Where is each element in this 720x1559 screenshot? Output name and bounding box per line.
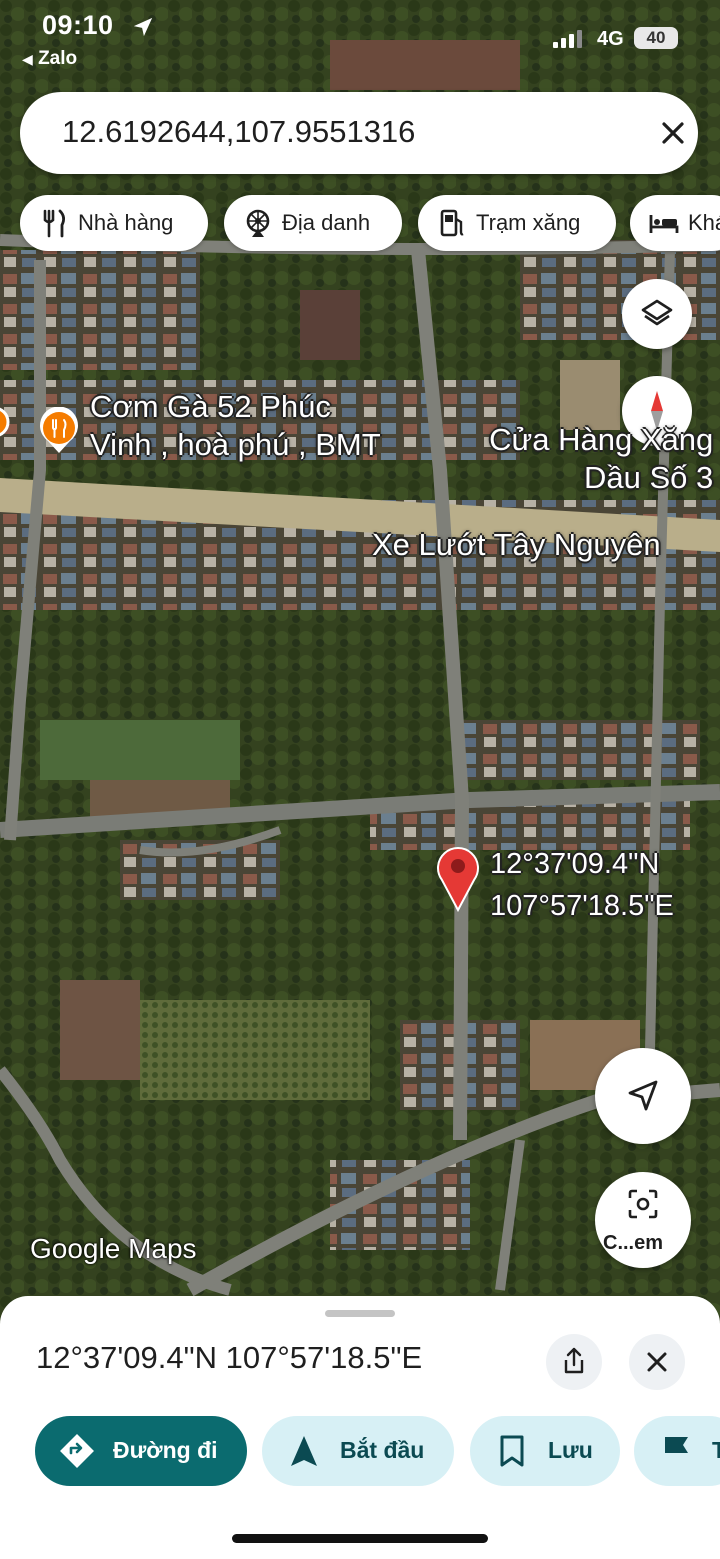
pin-lng: 107°57'18.5"E — [490, 890, 674, 922]
pin-coordinates-label: 12°37'09.4"N 107°57'18.5"E — [490, 843, 674, 927]
pin-lat: 12°37'09.4"N — [490, 848, 660, 880]
restaurant-pin-icon — [40, 406, 78, 453]
poi-label-cua-hang[interactable]: Cửa Hàng Xăng Dầu Số 3 — [476, 421, 713, 497]
directions-label: Đường đi — [113, 1437, 218, 1463]
my-location-button[interactable] — [595, 1048, 691, 1144]
home-indicator[interactable] — [232, 1534, 488, 1543]
network-type: 4G — [597, 28, 624, 50]
poi-label-xe-luot[interactable]: Xe Lướt Tây Nguyên — [372, 526, 661, 564]
cellular-signal-icon — [553, 30, 582, 48]
close-icon — [647, 1352, 667, 1372]
bookmark-icon — [500, 1435, 524, 1467]
poi-line: Cửa Hàng Xăng — [489, 422, 714, 457]
layers-button[interactable] — [622, 279, 692, 349]
save-button[interactable]: Lưu — [470, 1416, 620, 1486]
flag-icon — [665, 1437, 688, 1466]
sheet-drag-handle[interactable] — [325, 1310, 395, 1317]
battery-indicator: 40 — [634, 27, 678, 49]
start-label: Bắt đầu — [340, 1437, 425, 1463]
poi-line: Vinh , hoà phú , BMT — [90, 427, 381, 462]
directions-icon — [60, 1434, 94, 1468]
poi-label-com-ga[interactable]: Cơm Gà 52 Phúc Vinh , hoà phú , BMT — [90, 388, 381, 464]
directions-button[interactable]: Đường đi — [35, 1416, 247, 1486]
more-action-label: Thêm — [712, 1437, 720, 1463]
location-arrow-icon — [133, 17, 153, 37]
lens-label: C...em — [603, 1232, 664, 1254]
lens-button[interactable]: C...em — [595, 1172, 691, 1268]
gas-station-icon — [440, 209, 464, 237]
camera-search-icon — [628, 1189, 658, 1219]
search-bar[interactable]: 12.6192644,107.9551316 — [20, 92, 698, 174]
navigation-arrow-icon — [628, 1080, 658, 1111]
poi-line: Xe Lướt Tây Nguyên — [372, 527, 661, 562]
chip-label: Trạm xăng — [476, 210, 581, 235]
status-time: 09:10 — [42, 10, 114, 40]
close-sheet-button[interactable] — [629, 1334, 685, 1390]
hotel-icon — [649, 215, 679, 233]
navigation-icon — [291, 1436, 317, 1466]
search-input[interactable]: 12.6192644,107.9551316 — [62, 114, 415, 150]
restaurant-pin[interactable] — [38, 406, 80, 455]
share-icon — [564, 1347, 584, 1374]
chip-restaurants[interactable]: Nhà hàng — [20, 195, 208, 251]
landmark-icon — [246, 209, 270, 237]
restaurant-icon — [43, 209, 65, 238]
chip-hotels[interactable]: Khách sạn — [630, 195, 720, 251]
clear-search-icon[interactable] — [650, 110, 696, 156]
place-bottom-sheet: 12°37'09.4"N 107°57'18.5"E Đường đi Bắt … — [0, 1296, 720, 1559]
poi-line: Cơm Gà 52 Phúc — [90, 389, 331, 424]
layers-icon — [641, 299, 673, 326]
back-app-label: Zalo — [38, 48, 78, 69]
share-button[interactable] — [546, 1334, 602, 1390]
back-chevron-icon: ◀ — [22, 51, 33, 67]
save-label: Lưu — [548, 1437, 593, 1463]
chip-gas-stations[interactable]: Trạm xăng — [418, 195, 616, 251]
back-to-app[interactable]: ◀ Zalo — [22, 48, 77, 70]
chip-label: Nhà hàng — [78, 210, 174, 235]
chip-landmarks[interactable]: Địa danh — [224, 195, 402, 251]
start-button[interactable]: Bắt đầu — [262, 1416, 454, 1486]
chip-label: Khách sạn — [688, 210, 720, 235]
more-action-button[interactable]: Thêm — [634, 1416, 720, 1486]
place-title: 12°37'09.4"N 107°57'18.5"E — [36, 1340, 423, 1375]
offscreen-pin-icon — [0, 407, 10, 437]
dropped-pin-icon[interactable] — [434, 842, 482, 912]
google-maps-logo: Google Maps — [30, 1233, 197, 1264]
poi-line: Dầu Số 3 — [584, 460, 714, 495]
status-bar: 09:10 ◀ Zalo 4G 40 — [0, 0, 720, 80]
chip-label: Địa danh — [282, 210, 371, 235]
